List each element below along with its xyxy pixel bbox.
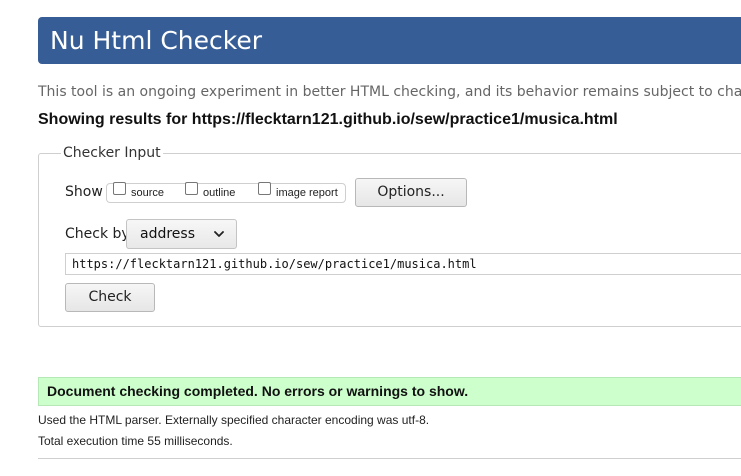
options-button[interactable]: Options... [355,178,467,207]
intro-text: This tool is an ongoing experiment in be… [38,84,741,100]
outline-checkbox[interactable] [185,182,198,195]
page-header: Nu Html Checker [38,17,741,64]
check-by-selected-value: address [140,226,196,242]
image-report-checkbox-label[interactable]: image report [276,187,338,199]
execution-time: Total execution time 55 milliseconds. [38,434,233,448]
page-title: Nu Html Checker [50,26,263,55]
url-input[interactable]: https://flecktarn121.github.io/sew/pract… [65,253,741,275]
image-report-checkbox[interactable] [258,182,271,195]
check-by-label: Check by [65,226,130,242]
parser-info: Used the HTML parser. Externally specifi… [38,413,430,427]
outline-checkbox-label[interactable]: outline [203,187,235,199]
results-heading: Showing results for https://flecktarn121… [38,111,618,128]
source-checkbox[interactable] [113,182,126,195]
check-button[interactable]: Check [65,283,155,312]
chevron-down-icon [214,231,224,237]
checker-input-legend: Checker Input [61,145,163,161]
source-checkbox-label[interactable]: source [131,187,164,199]
show-label: Show [65,184,103,200]
success-message: Document checking completed. No errors o… [38,377,741,406]
check-by-select[interactable]: address [126,219,237,249]
divider [38,458,741,459]
